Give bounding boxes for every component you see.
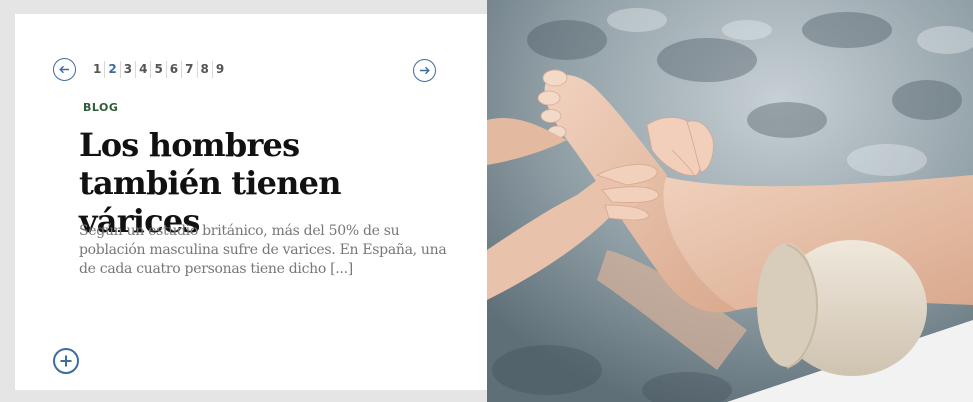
page-2[interactable]: 2 (105, 61, 121, 78)
article-image[interactable] (487, 0, 973, 402)
page-5[interactable]: 5 (151, 61, 167, 78)
page-6[interactable]: 6 (167, 61, 183, 78)
page-4[interactable]: 4 (136, 61, 152, 78)
plus-icon (60, 355, 72, 367)
prev-slide-button[interactable] (53, 58, 76, 81)
page-7[interactable]: 7 (182, 61, 198, 78)
foot-massage-image (487, 0, 973, 402)
arrow-left-icon (59, 65, 69, 74)
arrow-right-icon (420, 66, 430, 75)
next-slide-button[interactable] (413, 59, 436, 82)
pagination: 1 2 3 4 5 6 7 8 9 (90, 61, 227, 78)
page-8[interactable]: 8 (198, 61, 213, 78)
read-more-button[interactable] (53, 348, 79, 374)
page-3[interactable]: 3 (121, 61, 137, 78)
page-1[interactable]: 1 (90, 61, 106, 78)
page-9[interactable]: 9 (213, 61, 227, 78)
category-label[interactable]: BLOG (83, 101, 118, 114)
article-excerpt: Según un estudio británico, más del 50% … (79, 223, 447, 277)
article-card: 1 2 3 4 5 6 7 8 9 BLOG Los hombres tambi… (15, 14, 487, 390)
